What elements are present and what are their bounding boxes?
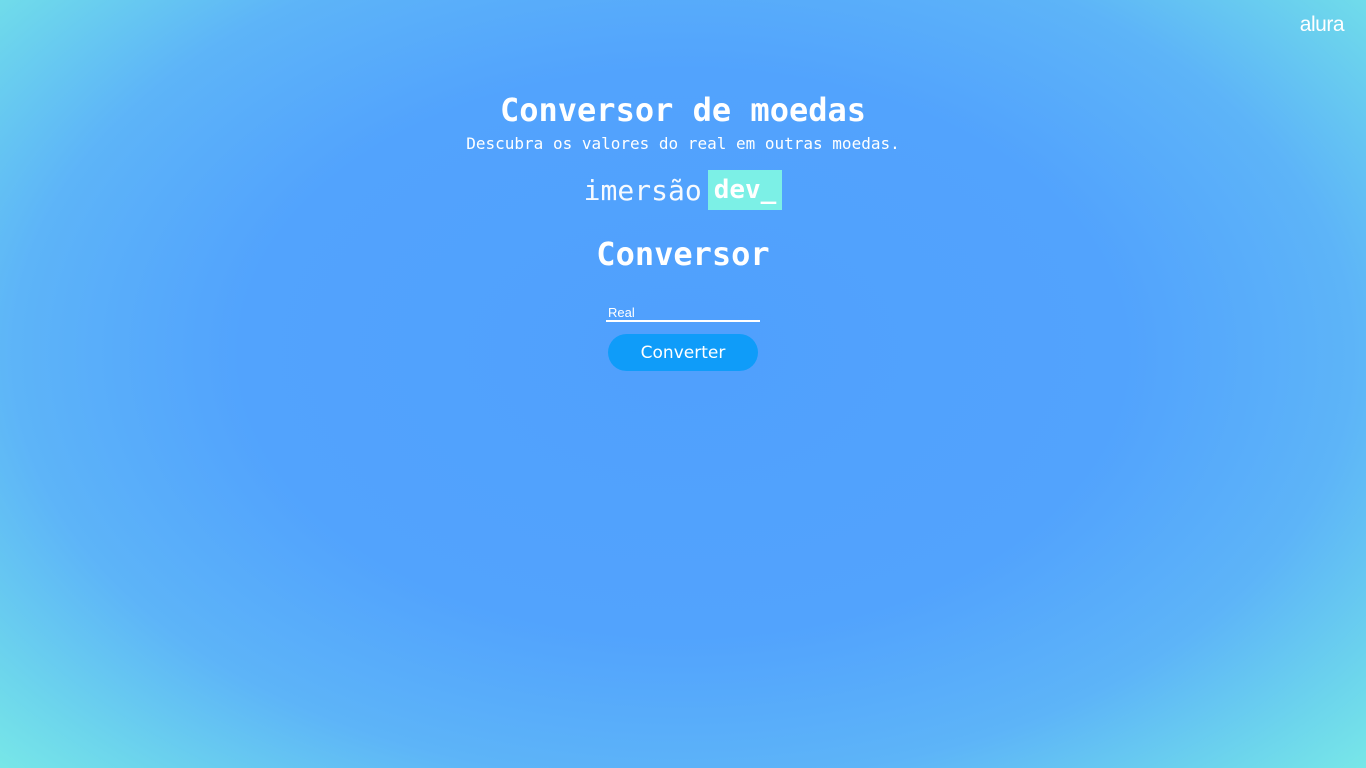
real-amount-input[interactable] [606, 302, 760, 322]
converter-heading: Conversor [596, 235, 770, 273]
page-subtitle: Descubra os valores do real em outras mo… [466, 134, 900, 153]
event-logo-badge: dev_ [707, 170, 783, 210]
page-title: Conversor de moedas [499, 91, 867, 129]
imersao-dev-logo: imersão dev_ [0, 170, 1366, 210]
alura-logo[interactable]: alura [1300, 13, 1345, 37]
event-logo-word: imersão [583, 173, 702, 207]
convert-button[interactable]: Converter [608, 334, 758, 371]
